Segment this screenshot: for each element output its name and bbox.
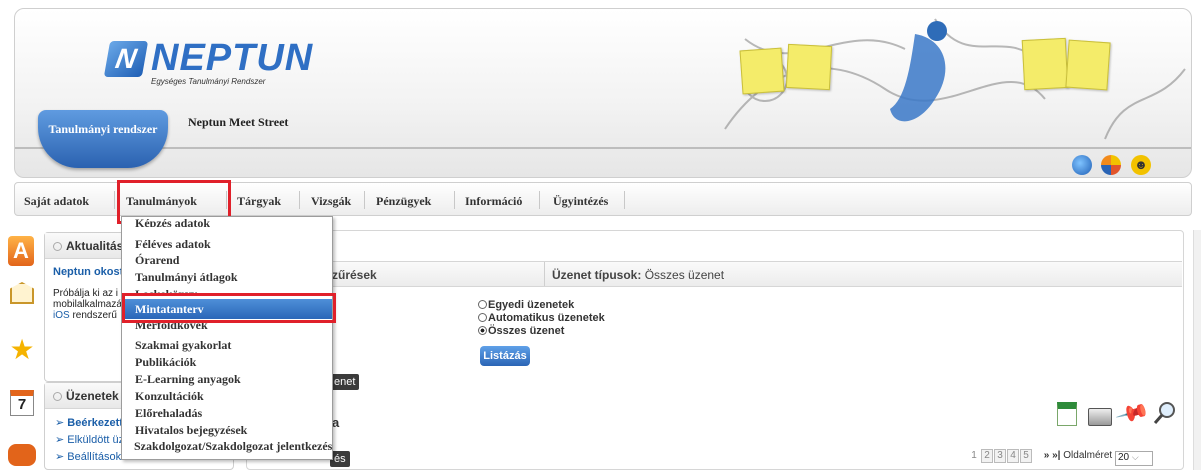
print-icon[interactable] xyxy=(1088,408,1112,426)
sticky-note-books-icon xyxy=(1021,37,1069,91)
highlight-mintatanterv xyxy=(122,293,336,323)
scrollbar[interactable] xyxy=(1193,230,1201,470)
radio-osszes[interactable]: Összes üzenet xyxy=(478,325,605,338)
dd-szakdolgozat[interactable]: Szakdolgozat/Szakdolgozat jelentkezés xyxy=(134,439,332,454)
arrow-icon: ➢ xyxy=(55,417,65,429)
dd-elorehaladas[interactable]: Előrehaladás xyxy=(135,406,202,421)
filter-header: Szűrések Üzenet típusok: Összes üzenet xyxy=(246,261,1182,287)
page-3[interactable]: 3 xyxy=(994,449,1006,463)
page-5[interactable]: 5 xyxy=(1020,449,1032,463)
sticky-note-icon xyxy=(739,47,785,95)
logo-subtitle: Egységes Tanulmányi Rendszer xyxy=(151,77,266,86)
dd-elearning-anyagok[interactable]: E-Learning anyagok xyxy=(135,372,241,387)
section-title: a xyxy=(332,415,340,430)
dd-szakmai-gyakorlat[interactable]: Szakmai gyakorlat xyxy=(135,338,231,353)
calendar-icon[interactable]: 7 xyxy=(10,390,34,416)
new-message-button[interactable]: enet xyxy=(330,374,360,390)
arrow-icon: ➢ xyxy=(55,451,65,463)
sticky-note-laptop-icon xyxy=(1065,39,1111,91)
menu-vizsgak[interactable]: Vizsgák xyxy=(311,194,351,209)
left-icon-strip: A ★ 7 xyxy=(6,232,40,470)
sent-link[interactable]: Elküldött üz xyxy=(67,434,124,446)
star-icon[interactable]: ★ xyxy=(8,336,36,364)
header-divider xyxy=(15,147,1191,149)
menu-ugyintezes[interactable]: Ügyintézés xyxy=(553,194,608,209)
menu-targyak[interactable]: Tárgyak xyxy=(237,194,281,209)
page-1[interactable]: 1 xyxy=(968,450,980,464)
logo-mark: N xyxy=(103,41,149,77)
radio-egyedi[interactable]: Egyedi üzenetek xyxy=(478,299,605,312)
dd-hivatalos-bejegyzesek[interactable]: Hivatalos bejegyzések xyxy=(135,423,247,438)
menu-informacio[interactable]: Információ xyxy=(465,194,522,209)
radio-automatikus[interactable]: Automatikus üzenetek xyxy=(478,312,605,325)
dd-publikaciok[interactable]: Publikációk xyxy=(135,355,196,370)
menu-separator xyxy=(299,191,300,209)
chevron-down-icon: ⌵ xyxy=(1131,452,1139,462)
settings-link[interactable]: Beállítások xyxy=(67,451,121,463)
page-size-label: Oldalméret xyxy=(1063,450,1113,461)
smiley-icon[interactable]: ☻ xyxy=(1131,155,1151,175)
pager: 12345 » »| Oldalméret 20 ⌵ xyxy=(968,449,1153,466)
news-body-line: rendszerű xyxy=(72,310,117,321)
tanulmanyok-dropdown: Képzés adatok Féléves adatok Órarend Tan… xyxy=(121,216,333,460)
radio-button[interactable] xyxy=(478,300,487,309)
dd-tanulmanyi-atlagok[interactable]: Tanulmányi átlagok xyxy=(135,270,238,285)
news-icon[interactable]: A xyxy=(8,236,34,266)
tab-tanulmanyi-rendszer[interactable]: Tanulmányi rendszer xyxy=(38,110,168,168)
logo-title: NEPTUN xyxy=(151,37,314,79)
radio-button[interactable] xyxy=(478,313,487,322)
tab-neptun-meet-street[interactable]: Neptun Meet Street xyxy=(188,115,288,130)
neptun-logo: N NEPTUN Egységes Tanulmányi Rendszer xyxy=(103,37,312,91)
page-2[interactable]: 2 xyxy=(981,449,993,463)
collapse-icon[interactable] xyxy=(53,392,62,401)
radio-group: Egyedi üzenetek Automatikus üzenetek Öss… xyxy=(478,299,605,338)
menu-separator xyxy=(624,191,625,209)
header-decoration xyxy=(705,9,1191,149)
search-icon[interactable] xyxy=(1152,400,1178,426)
radio-button-selected[interactable] xyxy=(478,326,487,335)
menu-penzugyek[interactable]: Pénzügyek xyxy=(376,194,431,209)
dd-orarend[interactable]: Órarend xyxy=(135,253,179,268)
globe-icon[interactable] xyxy=(1072,155,1092,175)
inbox-link[interactable]: Beérkezett xyxy=(67,417,123,429)
dd-feleves-adatok[interactable]: Féléves adatok xyxy=(135,237,211,252)
next-page-button[interactable]: » xyxy=(1044,450,1050,461)
calendar-day: 7 xyxy=(17,396,27,413)
arrow-icon: ➢ xyxy=(55,434,65,446)
excel-icon[interactable] xyxy=(1057,402,1077,426)
sticky-note-globe-icon xyxy=(785,43,833,91)
filter-separator xyxy=(544,262,545,286)
last-page-button[interactable]: »| xyxy=(1052,450,1060,461)
dd-merfoldkovek[interactable]: Mérföldkövek xyxy=(135,322,208,332)
menu-separator xyxy=(364,191,365,209)
header-banner: N NEPTUN Egységes Tanulmányi Rendszer ☻ xyxy=(14,8,1192,178)
menu-separator xyxy=(114,191,115,209)
chat-icon[interactable] xyxy=(8,444,36,466)
dd-konzultaciok[interactable]: Konzultációk xyxy=(135,389,204,404)
menu-separator xyxy=(539,191,540,209)
ios-link[interactable]: iOS xyxy=(53,310,70,321)
color-wheel-icon[interactable] xyxy=(1101,155,1121,175)
list-button[interactable]: Listázás xyxy=(480,346,530,366)
page-size-select[interactable]: 20 ⌵ xyxy=(1114,451,1153,466)
envelope-icon[interactable] xyxy=(10,282,34,304)
message-types[interactable]: Üzenet típusok: Összes üzenet xyxy=(552,268,724,282)
dd-kepzes-adatok[interactable]: Képzés adatok xyxy=(135,219,210,227)
menu-separator xyxy=(454,191,455,209)
collapse-icon[interactable] xyxy=(53,242,62,251)
menu-sajat-adatok[interactable]: Saját adatok xyxy=(24,194,89,209)
page-4[interactable]: 4 xyxy=(1007,449,1019,463)
